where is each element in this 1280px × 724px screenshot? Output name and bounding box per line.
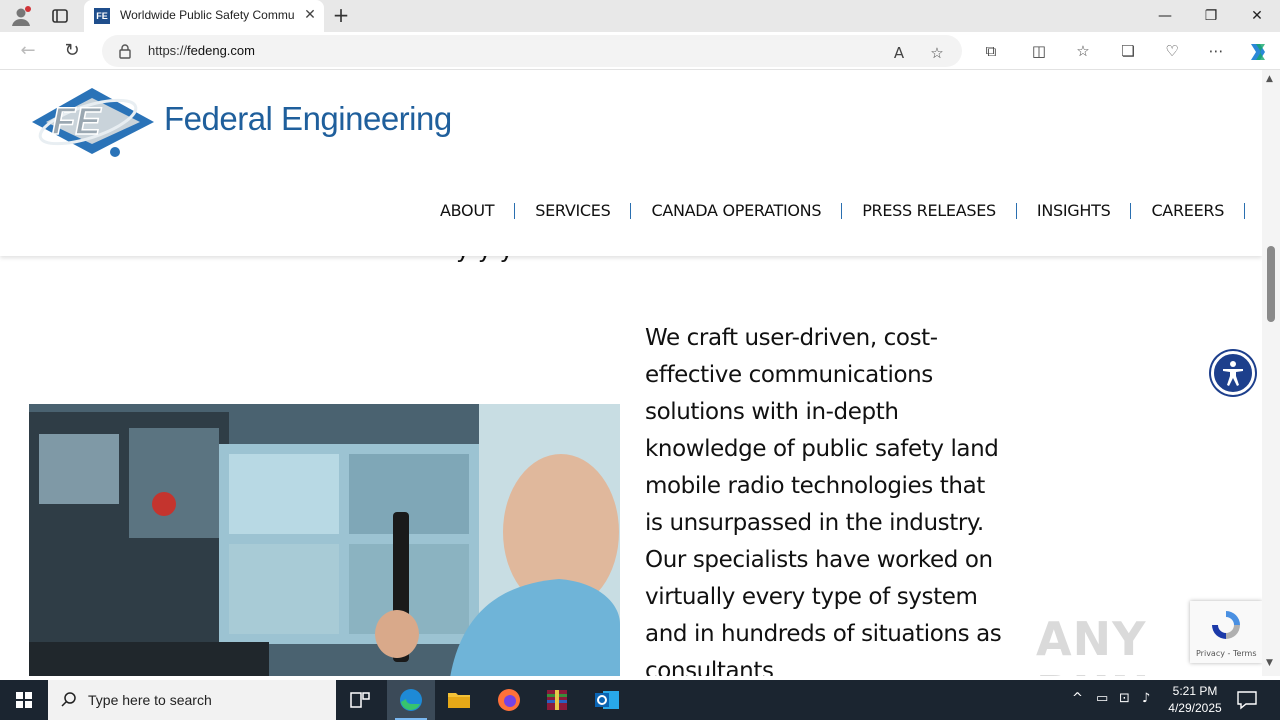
page-viewport: y y y We craft user-driven, cost-effecti… bbox=[0, 70, 1262, 676]
meet-now-icon[interactable]: ▭ bbox=[1096, 691, 1108, 706]
address-toolbar: ← ↻ https://fedeng.com A ☆ ⧉ ◫ ☆ ❏ ♡ ⋯ bbox=[0, 32, 1280, 70]
tab-close-icon[interactable]: ✕ bbox=[302, 7, 318, 23]
nav-item-press-releases[interactable]: PRESS RELEASES bbox=[842, 203, 1017, 219]
show-hidden-icons-icon[interactable]: ^ bbox=[1072, 691, 1083, 706]
fe-logo-icon[interactable]: FE bbox=[30, 82, 156, 160]
site-header: FE Federal Engineering ABOUT SERVICES CA… bbox=[0, 70, 1262, 256]
site-favicon-icon: FE bbox=[94, 8, 110, 24]
copilot-icon[interactable] bbox=[1246, 40, 1270, 64]
accessibility-button[interactable] bbox=[1211, 351, 1255, 395]
tab-actions-icon[interactable] bbox=[50, 6, 70, 26]
search-placeholder: Type here to search bbox=[88, 692, 212, 708]
url-scheme: https:// bbox=[148, 43, 188, 58]
taskbar-search-box[interactable]: Type here to search bbox=[48, 680, 336, 720]
task-view-icon[interactable] bbox=[336, 680, 384, 720]
dispatcher-photo-image bbox=[29, 404, 620, 676]
page-scrollbar[interactable]: ▲ ▼ bbox=[1262, 70, 1280, 676]
more-menu-icon[interactable]: ⋯ bbox=[1205, 40, 1227, 62]
notification-center-icon[interactable] bbox=[1236, 690, 1258, 710]
scroll-down-arrow-icon[interactable]: ▼ bbox=[1266, 658, 1273, 668]
scrollbar-thumb[interactable] bbox=[1267, 246, 1275, 322]
network-icon[interactable]: ⊡ bbox=[1119, 691, 1130, 706]
system-clock[interactable]: 5:21 PM 4/29/2025 bbox=[1160, 683, 1230, 717]
recaptcha-badge[interactable]: Privacy - Terms bbox=[1190, 601, 1262, 663]
nav-item-services[interactable]: SERVICES bbox=[515, 203, 632, 219]
tab-title: Worldwide Public Safety Commu bbox=[120, 8, 295, 22]
intro-paragraph: We craft user-driven, cost-effective com… bbox=[645, 325, 1002, 676]
volume-icon[interactable]: ♪ bbox=[1142, 691, 1150, 706]
nav-item-about[interactable]: ABOUT bbox=[420, 203, 516, 219]
clock-date: 4/29/2025 bbox=[1168, 701, 1222, 715]
recaptcha-icon bbox=[1212, 611, 1240, 639]
read-aloud-icon[interactable]: A bbox=[888, 42, 910, 64]
nav-item-canada-operations[interactable]: CANADA OPERATIONS bbox=[631, 203, 843, 219]
scroll-up-arrow-icon[interactable]: ▲ bbox=[1266, 74, 1273, 84]
logo-letters: FE bbox=[52, 101, 102, 143]
profile-icon[interactable] bbox=[10, 5, 32, 27]
nav-item-careers[interactable]: CAREERS bbox=[1131, 203, 1246, 219]
address-bar[interactable]: https://fedeng.com A ☆ bbox=[102, 35, 962, 67]
refresh-icon[interactable]: ↻ bbox=[60, 39, 84, 63]
hero-photo bbox=[29, 404, 620, 676]
lock-icon[interactable] bbox=[118, 43, 132, 59]
file-explorer-icon[interactable] bbox=[435, 680, 483, 720]
recaptcha-links[interactable]: Privacy - Terms bbox=[1196, 649, 1257, 658]
windows-taskbar: Type here to search ^ ▭ ⊡ ♪ 5:21 PM 4/29… bbox=[0, 680, 1280, 720]
favorites-icon[interactable]: ☆ bbox=[1072, 40, 1094, 62]
accessibility-icon bbox=[1223, 361, 1243, 386]
restore-button[interactable]: ❐ bbox=[1188, 0, 1234, 32]
search-icon bbox=[61, 692, 76, 707]
new-tab-button[interactable]: + bbox=[330, 4, 352, 26]
extensions-icon[interactable]: ⧉ bbox=[980, 40, 1002, 62]
outlook-icon[interactable] bbox=[583, 680, 631, 720]
main-navigation: ABOUT SERVICES CANADA OPERATIONS PRESS R… bbox=[420, 200, 1246, 222]
url-text[interactable]: https://fedeng.com bbox=[148, 43, 255, 58]
favorite-star-icon[interactable]: ☆ bbox=[926, 42, 948, 64]
collections-icon[interactable]: ❏ bbox=[1117, 40, 1139, 62]
edge-icon bbox=[400, 689, 422, 711]
back-arrow-icon[interactable]: ← bbox=[16, 39, 40, 63]
close-window-button[interactable]: ✕ bbox=[1234, 0, 1280, 32]
browser-essentials-icon[interactable]: ♡ bbox=[1161, 40, 1183, 62]
brand-name[interactable]: Federal Engineering bbox=[164, 100, 452, 138]
minimize-button[interactable]: — bbox=[1142, 0, 1188, 32]
active-tab[interactable]: FE Worldwide Public Safety Commu ✕ bbox=[84, 0, 324, 32]
windows-start-icon[interactable] bbox=[0, 680, 48, 720]
url-host: fedeng.com bbox=[187, 43, 255, 58]
split-screen-icon[interactable]: ◫ bbox=[1028, 40, 1050, 62]
clock-time: 5:21 PM bbox=[1172, 684, 1218, 698]
winrar-icon[interactable] bbox=[533, 680, 581, 720]
edge-taskbar-icon[interactable] bbox=[387, 680, 435, 720]
browser-tab-bar: FE Worldwide Public Safety Commu ✕ + — ❐… bbox=[0, 0, 1280, 32]
firefox-icon[interactable] bbox=[485, 680, 533, 720]
nav-item-insights[interactable]: INSIGHTS bbox=[1017, 203, 1132, 219]
